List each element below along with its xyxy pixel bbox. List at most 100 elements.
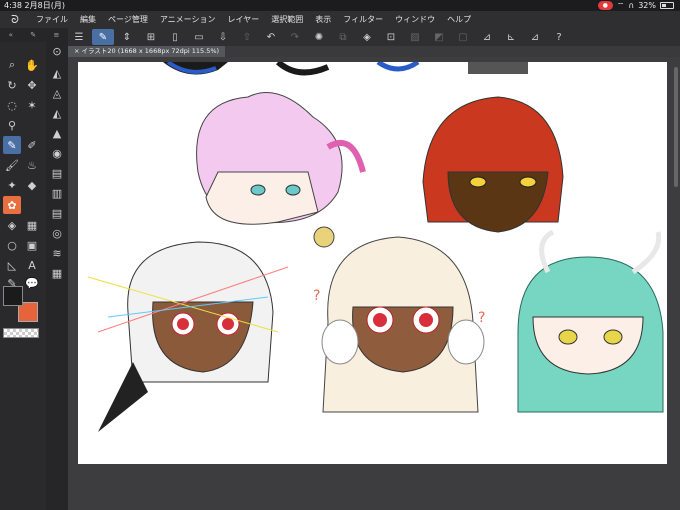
move-icon[interactable]: ✥	[23, 76, 41, 94]
redo-icon[interactable]: ↷	[284, 29, 306, 45]
wifi-icon: ⌔	[616, 1, 625, 10]
help-icon[interactable]: ?	[548, 29, 570, 45]
document-tabs: × イラスト20 (1668 x 1668px 72dpi 115.5%)	[68, 46, 680, 57]
ruler-icon[interactable]: ◺	[3, 256, 21, 274]
character-red-hair	[422, 96, 564, 233]
navigator-icon[interactable]: ▥	[48, 184, 66, 202]
airbrush-icon[interactable]: ♨	[23, 156, 41, 174]
layer-fill-icon[interactable]: ◭	[48, 104, 66, 122]
palette-collapse-icon[interactable]: «	[9, 31, 13, 39]
transform-icon[interactable]: ⊡	[380, 29, 402, 45]
ios-status-bar: 4:38 2月8日(月) ● ⌔ ∩ 32%	[0, 0, 680, 11]
invert-icon[interactable]: ◩	[428, 29, 450, 45]
svg-text:?: ?	[313, 288, 320, 304]
command-bar: ☰ ✎ ⇕ ⊞ ▯ ▭ ⇩ ⇧ ↶ ↷ ✺ ⧉ ◈ ⊡ ▨ ◩ ▢ ⊿ ⊾ ⊿ …	[68, 28, 680, 46]
recording-indicator: ●	[597, 1, 613, 10]
menu-icon[interactable]: ☰	[68, 29, 90, 45]
crop-icon[interactable]: ▢	[452, 29, 474, 45]
cloud-icon[interactable]: ⇧	[236, 29, 258, 45]
sketch-icon[interactable]: ✎	[92, 29, 114, 45]
character-pink-hair	[196, 92, 366, 248]
menu-bar: ᘐ ファイル 編集 ページ管理 アニメーション レイヤー 選択範囲 表示 フィル…	[0, 11, 680, 28]
eraser-icon[interactable]: ◆	[23, 176, 41, 194]
transparent-color-swatch[interactable]	[3, 328, 39, 338]
eyedropper-icon[interactable]: ⚲	[3, 116, 21, 134]
headphones-icon: ∩	[628, 1, 635, 10]
pencil-icon[interactable]: ✐	[23, 136, 41, 154]
svg-text:?: ?	[478, 310, 485, 326]
menu-edit[interactable]: 編集	[74, 14, 102, 25]
battery-icon	[660, 2, 674, 9]
palette-header: « ✎ ≡	[0, 28, 68, 42]
balloon-icon[interactable]: 💬	[23, 274, 41, 292]
rotate-icon[interactable]: ↻	[3, 76, 21, 94]
open-icon[interactable]: ▭	[188, 29, 210, 45]
palette-pen-icon[interactable]: ✎	[30, 31, 36, 39]
pen-icon[interactable]: ✎	[3, 136, 21, 154]
illustration: ? ?	[87, 62, 664, 432]
chevron-icon[interactable]: ⇕	[116, 29, 138, 45]
magnifier-icon[interactable]: ⌕	[3, 56, 21, 74]
menu-selection[interactable]: 選択範囲	[265, 14, 309, 25]
deselect-icon[interactable]: ▨	[404, 29, 426, 45]
status-date: 2月8日(月)	[24, 1, 65, 10]
menu-filter[interactable]: フィルター	[337, 14, 389, 25]
text-icon[interactable]: A	[23, 256, 41, 274]
layer-icon[interactable]: ◭	[48, 64, 66, 82]
hand-icon[interactable]: ✋	[23, 56, 41, 74]
status-time-date: 4:38 2月8日(月)	[4, 0, 65, 11]
history-icon[interactable]: ◎	[48, 224, 66, 242]
color-wheel-icon[interactable]: ◉	[48, 144, 66, 162]
app-logo-icon[interactable]: ᘐ	[0, 13, 30, 27]
layer-add-icon[interactable]: ◬	[48, 84, 66, 102]
undo-icon[interactable]: ↶	[260, 29, 282, 45]
app-window: 4:38 2月8日(月) ● ⌔ ∩ 32% ᘐ ファイル 編集 ページ管理 ア…	[0, 0, 680, 510]
brush-size-icon[interactable]: ▤	[48, 164, 66, 182]
palette-menu-icon[interactable]: ≡	[53, 31, 59, 39]
menu-layer[interactable]: レイヤー	[222, 14, 266, 25]
character-white-hair	[87, 241, 289, 432]
decoration-icon[interactable]: ✦	[3, 176, 21, 194]
tool-palette: ⌕ ✋ ↻ ✥ ◌ ✶ ⚲ ✎ ✐ 🖌 ♨ ✦ ◆ ✿ ◈ ▦ ○ ▣ ◺ A …	[0, 42, 46, 510]
blend-icon[interactable]: ✿	[3, 196, 21, 214]
wand-icon[interactable]: ✶	[23, 96, 41, 114]
brush-icon[interactable]: 🖌	[3, 156, 21, 174]
figure-icon[interactable]: ○	[3, 236, 21, 254]
menu-view[interactable]: 表示	[309, 14, 337, 25]
close-tab-icon[interactable]: ×	[74, 47, 79, 55]
menu-window[interactable]: ウィンドウ	[389, 14, 441, 25]
character-teal-hair	[517, 229, 664, 413]
menu-page[interactable]: ページ管理	[102, 14, 154, 25]
ruler-snap-icon[interactable]: ⊾	[500, 29, 522, 45]
menu-file[interactable]: ファイル	[30, 14, 74, 25]
status-time: 4:38	[4, 1, 22, 10]
fill-bucket-icon[interactable]: ◈	[356, 29, 378, 45]
vertical-scrollbar[interactable]	[674, 67, 678, 187]
property-icon[interactable]: ▦	[48, 264, 66, 282]
gradient-icon[interactable]: ▦	[23, 216, 41, 234]
loading-icon[interactable]: ✺	[308, 29, 330, 45]
material-icon[interactable]: ▤	[48, 204, 66, 222]
sub-tool-palette: ⊙ ◭ ◬ ◭ ▲ ◉ ▤ ▥ ▤ ◎ ≋ ▦	[46, 42, 68, 510]
drawing-canvas[interactable]: ? ?	[78, 62, 667, 464]
new-icon[interactable]: ▯	[164, 29, 186, 45]
ruler-show-icon[interactable]: ⊿	[476, 29, 498, 45]
save-icon[interactable]: ⇩	[212, 29, 234, 45]
fill-icon[interactable]: ◈	[3, 216, 21, 234]
lasso-icon[interactable]: ◌	[3, 96, 21, 114]
document-tab[interactable]: × イラスト20 (1668 x 1668px 72dpi 115.5%)	[68, 46, 226, 57]
battery-percent: 32%	[638, 1, 656, 10]
menu-animation[interactable]: アニメーション	[154, 14, 222, 25]
copy-icon[interactable]: ⧉	[332, 29, 354, 45]
pen-pressure-icon[interactable]: ⊞	[140, 29, 162, 45]
document-tab-label: イラスト20 (1668 x 1668px 72dpi 115.5%)	[81, 47, 220, 55]
layer-clip-icon[interactable]: ▲	[48, 124, 66, 142]
layers-icon[interactable]: ≋	[48, 244, 66, 262]
main-color-swatch[interactable]	[3, 286, 23, 306]
search-icon[interactable]: ⊙	[48, 42, 66, 60]
ruler-special-icon[interactable]: ⊿	[524, 29, 546, 45]
workspace: ? ?	[68, 57, 680, 510]
frame-icon[interactable]: ▣	[23, 236, 41, 254]
character-blonde: ? ?	[313, 236, 485, 413]
menu-help[interactable]: ヘルプ	[441, 14, 477, 25]
